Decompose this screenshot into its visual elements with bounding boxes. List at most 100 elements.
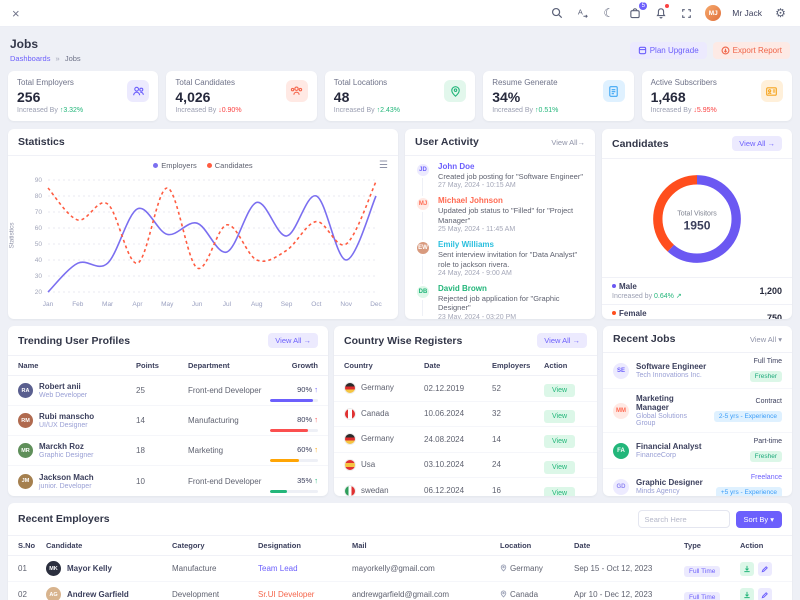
action-cell: View: [544, 405, 587, 423]
plan-icon: [638, 46, 647, 55]
edit-button[interactable]: [758, 562, 772, 576]
dark-mode-icon[interactable]: ☾: [601, 6, 616, 21]
download-button[interactable]: [740, 588, 754, 600]
breadcrumb-dashboards[interactable]: Dashboards: [10, 54, 50, 63]
avatar: JM: [18, 474, 33, 489]
country-row: Usa03.10.202424View: [334, 453, 597, 479]
job-meta: Contract 2-5 yrs - Experience: [714, 398, 782, 423]
export-report-button[interactable]: Export Report: [713, 42, 790, 59]
growth-cell: 35% ↑: [270, 470, 318, 493]
stat-value: 34%: [492, 89, 558, 105]
mexico-flag-icon: [344, 485, 356, 496]
notifications-bell-icon[interactable]: [653, 6, 668, 21]
country-row: Germany24.08.202414View: [334, 427, 597, 453]
activity-item: DBDavid BrownRejected job application fo…: [415, 284, 585, 319]
candidates-view-all[interactable]: View All →: [732, 136, 782, 151]
cart-icon[interactable]: 5: [627, 6, 642, 21]
candidate-cell: AG Andrew Garfield: [46, 587, 172, 600]
trending-table-header: NamePointsDepartmentGrowth: [8, 356, 328, 376]
avatar: AG: [46, 587, 61, 600]
settings-gear-icon[interactable]: ⚙: [773, 6, 788, 21]
candidates-title: Candidates: [612, 138, 669, 150]
svg-text:70: 70: [35, 209, 43, 216]
activity-user-name[interactable]: Emily Williams: [438, 240, 585, 249]
job-avatar: MM: [613, 403, 629, 419]
mail-cell: mayorkelly@gmail.com: [352, 564, 500, 573]
activity-text: Updated job status to "Filled" for "Proj…: [438, 206, 585, 225]
job-item[interactable]: GDGraphic DesignerMinds AgencyFreelance …: [603, 469, 792, 496]
translate-icon[interactable]: A: [575, 6, 590, 21]
growth-cell: 80% ↑: [270, 409, 318, 432]
employer-row: 02AGAndrew GarfieldDevelopmentSr.UI Deve…: [8, 582, 792, 600]
svg-text:80: 80: [35, 193, 43, 200]
sort-by-button[interactable]: Sort By ▾: [736, 511, 782, 528]
activity-avatar: MJ: [415, 196, 431, 212]
country-cell: Germany: [344, 382, 424, 394]
department-cell: Front-end Developer: [188, 386, 270, 395]
country-cell: Germany: [344, 433, 424, 445]
category-cell: Manufacture: [172, 564, 258, 573]
view-button[interactable]: View: [544, 384, 575, 397]
user-avatar[interactable]: MJ: [705, 5, 721, 21]
stat-label: Active Subscribers: [651, 78, 717, 87]
job-item[interactable]: MMMarketing ManagerGlobal Solutions Grou…: [603, 389, 792, 433]
experience-badge: 2-5 yrs - Experience: [714, 411, 782, 422]
search-input[interactable]: [638, 510, 730, 528]
activity-user-name[interactable]: John Doe: [438, 162, 583, 171]
activity-user-name[interactable]: Michael Johnson: [438, 196, 585, 205]
stat-card-total-locations: Total Locations48Increased By ↑2.43%: [325, 71, 475, 121]
activity-list: JDJohn DoeCreated job posting for "Softw…: [405, 156, 595, 319]
candidate-name: Andrew Garfield: [67, 590, 129, 599]
trending-col-name: Name: [18, 361, 136, 370]
trending-table-body: RARobert aniiWeb Developer25Front-end De…: [8, 376, 328, 496]
country-view-all[interactable]: View All →: [537, 333, 587, 348]
view-button[interactable]: View: [544, 487, 575, 496]
legend-dot: [153, 163, 158, 168]
top-navbar: × A ☾ 5 MJ Mr Jack ⚙: [0, 0, 800, 27]
action-cell: View: [544, 456, 587, 474]
svg-text:Apr: Apr: [132, 301, 143, 308]
date-cell: 03.10.2024: [424, 460, 492, 469]
activity-user-name[interactable]: David Brown: [438, 284, 585, 293]
svg-text:1950: 1950: [684, 218, 711, 232]
export-icon: [721, 46, 730, 55]
stat-change: Increased By ↑3.32%: [17, 107, 83, 114]
sno-cell: 01: [18, 564, 46, 573]
country-col-date: Date: [424, 361, 492, 370]
edit-button[interactable]: [758, 588, 772, 600]
department-cell: Marketing: [188, 446, 270, 455]
stat-card-total-candidates: Total Candidates4,026Increased By ↓0.90%: [166, 71, 316, 121]
trending-person: JMJackson Machjunior. Developer: [18, 473, 136, 490]
close-icon[interactable]: ×: [12, 7, 20, 20]
trending-person: RMRubi manschoUI/UX Designer: [18, 412, 136, 429]
stat-card-total-employers: Total Employers256Increased By ↑3.32%: [8, 71, 158, 121]
download-button[interactable]: [740, 562, 754, 576]
user-activity-view-all[interactable]: View All→: [551, 138, 585, 147]
svg-text:Jan: Jan: [43, 301, 54, 308]
employers-col-type: Type: [684, 541, 740, 550]
breadcrumb: Dashboards » Jobs: [10, 54, 81, 63]
view-button[interactable]: View: [544, 461, 575, 474]
job-item[interactable]: FAFinancial AnalystFinanceCorpPart-time …: [603, 433, 792, 469]
activity-time: 23 May, 2024 - 03:20 PM: [438, 314, 585, 319]
recent-jobs-view-all[interactable]: View All ▾: [750, 335, 782, 344]
svg-text:20: 20: [35, 289, 43, 296]
recent-jobs-list: SESoftware EngineerTech Innovations Inc.…: [603, 353, 792, 496]
country-cell: Usa: [344, 459, 424, 471]
employers-col-category: Category: [172, 541, 258, 550]
type-cell: Full Time: [684, 560, 740, 578]
trending-col-growth: Growth: [270, 361, 318, 370]
type-cell: Full Time: [684, 586, 740, 600]
job-item[interactable]: SESoftware EngineerTech Innovations Inc.…: [603, 353, 792, 389]
trending-profiles-panel: Trending User Profiles View All → NamePo…: [8, 326, 328, 496]
plan-upgrade-button[interactable]: Plan Upgrade: [630, 42, 707, 59]
cart-badge: 5: [639, 2, 647, 10]
search-icon[interactable]: [549, 6, 564, 21]
points-cell: 18: [136, 446, 188, 455]
view-button[interactable]: View: [544, 410, 575, 423]
avatar: RA: [18, 383, 33, 398]
view-button[interactable]: View: [544, 435, 575, 448]
activity-body: David BrownRejected job application for …: [438, 284, 585, 319]
fullscreen-icon[interactable]: [679, 6, 694, 21]
trending-view-all[interactable]: View All →: [268, 333, 318, 348]
